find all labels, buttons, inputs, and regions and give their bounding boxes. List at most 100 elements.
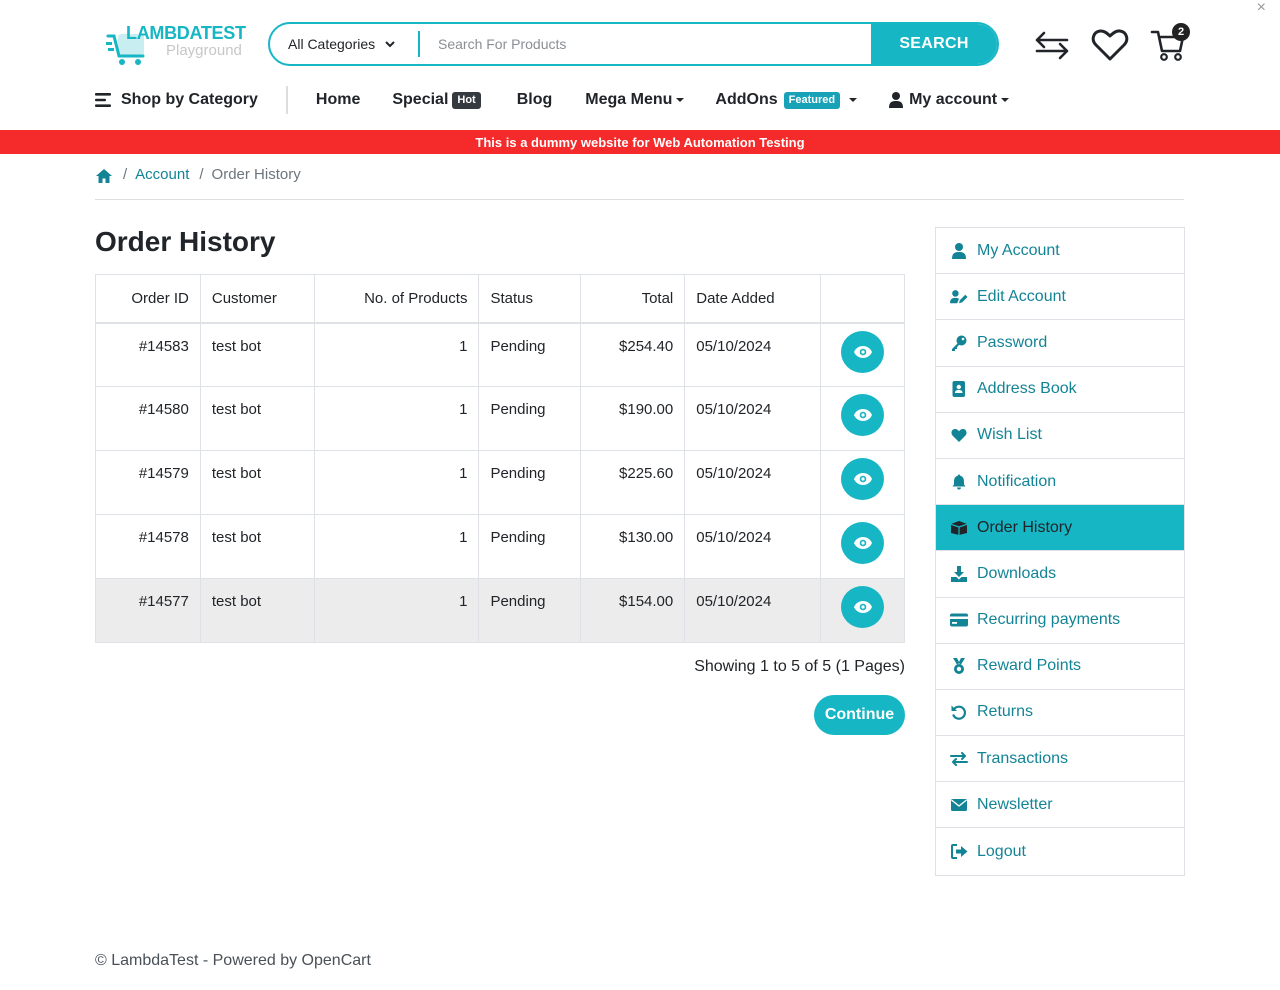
- sidebar-item-password[interactable]: Password: [936, 320, 1184, 367]
- eye-icon: [853, 473, 872, 485]
- column-header: No. of Products: [313, 274, 480, 324]
- nav-blog[interactable]: Blog: [517, 91, 553, 109]
- bell-icon: [950, 473, 968, 491]
- sidebar-item-edit-account[interactable]: Edit Account: [936, 274, 1184, 321]
- sidebar-item-reward-points[interactable]: Reward Points: [936, 644, 1184, 690]
- caret-down-icon: [676, 98, 685, 102]
- eye-icon: [853, 537, 872, 549]
- date-added-cell: 05/10/2024: [684, 386, 822, 451]
- table-row: #14578 test bot 1 Pending $130.00 05/10/2024: [95, 514, 905, 579]
- undo-icon: [950, 703, 968, 721]
- site-logo[interactable]: LAMBDATEST Playground: [106, 22, 248, 70]
- close-icon[interactable]: ×: [1257, 0, 1266, 16]
- status-cell: Pending: [478, 322, 582, 387]
- page-title: Order History: [95, 226, 276, 257]
- heart-icon: [1091, 29, 1129, 61]
- sidebar-item-label: Transactions: [977, 749, 1068, 767]
- download-icon: [950, 565, 968, 583]
- view-order-button[interactable]: [841, 458, 885, 500]
- view-order-button[interactable]: [841, 394, 885, 436]
- order-id-cell: #14580: [95, 386, 201, 451]
- products-count-cell: 1: [313, 322, 480, 387]
- status-cell: Pending: [478, 450, 582, 515]
- sidebar-item-transactions[interactable]: Transactions: [936, 736, 1184, 783]
- sidebar-item-logout[interactable]: Logout: [936, 828, 1184, 874]
- date-added-cell: 05/10/2024: [684, 578, 822, 643]
- actions-cell: [820, 322, 905, 387]
- sidebar-item-label: Edit Account: [977, 287, 1066, 305]
- view-order-button[interactable]: [841, 522, 885, 564]
- shop-by-category-button[interactable]: Shop by Category: [95, 91, 258, 109]
- search-input[interactable]: [420, 24, 871, 64]
- sidebar-item-downloads[interactable]: Downloads: [936, 551, 1184, 598]
- nav-addons[interactable]: AddOns Featured: [715, 91, 858, 109]
- nav-home[interactable]: Home: [316, 91, 360, 109]
- sidebar-item-label: Order History: [977, 518, 1073, 536]
- sidebar-item-label: Newsletter: [977, 795, 1053, 813]
- sidebar-item-address-book[interactable]: Address Book: [936, 367, 1184, 413]
- sidebar-item-label: Address Book: [977, 380, 1077, 398]
- sidebar-item-label: Notification: [977, 472, 1057, 490]
- view-order-button[interactable]: [841, 330, 885, 373]
- chevron-down-icon: [385, 41, 395, 48]
- exchange-icon: [950, 750, 968, 768]
- column-header: Customer: [199, 274, 315, 324]
- home-icon[interactable]: [95, 168, 113, 184]
- logo-subtext: Playground: [166, 42, 242, 59]
- breadcrumb-separator: /: [123, 166, 128, 183]
- compare-button[interactable]: [1032, 26, 1072, 64]
- total-cell: $154.00: [580, 578, 686, 643]
- cart-button[interactable]: 2: [1148, 23, 1190, 64]
- account-sidebar: My Account Edit Account Password Address Bo…: [935, 227, 1185, 876]
- search-button[interactable]: SEARCH: [871, 24, 997, 64]
- products-count-cell: 1: [313, 386, 480, 451]
- sign-out-icon: [950, 843, 968, 861]
- shop-by-category-label: Shop by Category: [121, 91, 258, 108]
- total-cell: $225.60: [580, 450, 686, 515]
- main-nav: Shop by Category Home Special Hot Blog M…: [95, 86, 1010, 114]
- products-count-cell: 1: [313, 450, 480, 515]
- table-header-row: Order ID Customer No. of Products Status…: [95, 274, 905, 324]
- products-count-cell: 1: [313, 578, 480, 643]
- nav-my-account[interactable]: My account: [889, 91, 1010, 109]
- order-id-cell: #14579: [95, 450, 201, 515]
- search-bar: All Categories SEARCH: [268, 22, 999, 66]
- featured-badge: Featured: [783, 91, 841, 109]
- table-row: #14583 test bot 1 Pending $254.40 05/10/2024: [95, 322, 905, 387]
- sidebar-item-label: Logout: [977, 842, 1026, 860]
- nav-special-label: Special: [392, 91, 449, 108]
- notice-banner: This is a dummy website for Web Automati…: [0, 130, 1280, 154]
- total-cell: $190.00: [580, 386, 686, 451]
- customer-cell: test bot: [199, 322, 315, 387]
- customer-cell: test bot: [199, 578, 315, 643]
- view-order-button[interactable]: [841, 586, 885, 628]
- breadcrumb-current: Order History: [211, 166, 301, 183]
- table-row: #14580 test bot 1 Pending $190.00 05/10/2024: [95, 386, 905, 451]
- nav-special[interactable]: Special Hot: [392, 91, 481, 109]
- status-cell: Pending: [478, 386, 582, 451]
- wishlist-button[interactable]: [1090, 26, 1130, 64]
- breadcrumb-account[interactable]: Account: [135, 166, 189, 183]
- sidebar-item-returns[interactable]: Returns: [936, 690, 1184, 737]
- category-select-label: All Categories: [288, 36, 376, 52]
- sidebar-item-order-history[interactable]: Order History: [936, 505, 1184, 552]
- sidebar-item-newsletter[interactable]: Newsletter: [936, 782, 1184, 829]
- date-added-cell: 05/10/2024: [684, 450, 822, 515]
- sidebar-item-my-account[interactable]: My Account: [936, 228, 1184, 275]
- total-cell: $254.40: [580, 322, 686, 387]
- date-added-cell: 05/10/2024: [684, 514, 822, 579]
- nav-mega-menu[interactable]: Mega Menu: [585, 91, 685, 109]
- sidebar-item-wish-list[interactable]: Wish List: [936, 413, 1184, 459]
- cart-count-badge: 2: [1172, 23, 1190, 41]
- box-icon: [950, 519, 968, 537]
- sidebar-item-recurring-payments[interactable]: Recurring payments: [936, 598, 1184, 644]
- column-header: [820, 274, 905, 324]
- sidebar-item-notification[interactable]: Notification: [936, 459, 1184, 506]
- table-row: #14577 test bot 1 Pending $154.00 05/10/2024: [95, 578, 905, 643]
- continue-button[interactable]: Continue: [814, 695, 905, 735]
- medal-icon: [950, 657, 968, 675]
- category-select[interactable]: All Categories: [270, 24, 418, 64]
- eye-icon: [853, 409, 872, 421]
- column-header: Order ID: [95, 274, 201, 324]
- sidebar-item-label: Returns: [977, 703, 1034, 721]
